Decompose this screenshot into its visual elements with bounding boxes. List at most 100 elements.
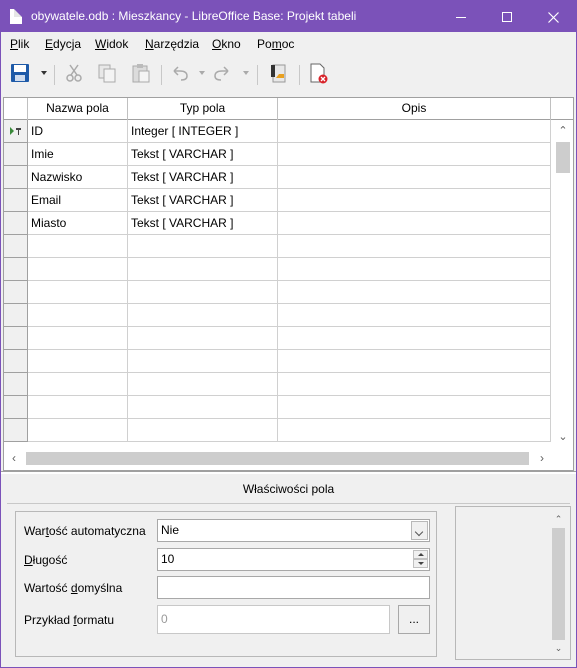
field-name-cell[interactable]: Email xyxy=(28,189,128,212)
grid-vertical-scrollbar[interactable]: ⌃ ⌄ xyxy=(551,120,573,447)
field-type-cell[interactable]: Tekst [ VARCHAR ] xyxy=(128,212,278,235)
description-cell[interactable] xyxy=(278,327,551,350)
field-name-cell[interactable] xyxy=(28,419,128,442)
scroll-down-icon[interactable]: ⌄ xyxy=(556,430,570,444)
field-name-cell[interactable]: Miasto xyxy=(28,212,128,235)
field-type-cell[interactable]: Tekst [ VARCHAR ] xyxy=(128,166,278,189)
scroll-down-icon[interactable]: ⌄ xyxy=(552,642,565,654)
table-row[interactable]: ID Integer [ INTEGER ] xyxy=(4,120,551,143)
vertical-scroll-thumb[interactable] xyxy=(556,142,570,173)
menu-plik[interactable]: Plik xyxy=(10,37,29,51)
undo-dropdown-arrow[interactable] xyxy=(199,71,205,75)
chevron-down-icon[interactable] xyxy=(411,521,428,540)
minimize-button[interactable] xyxy=(438,1,484,32)
field-type-cell[interactable] xyxy=(128,304,278,327)
description-cell[interactable] xyxy=(278,419,551,442)
description-cell[interactable] xyxy=(278,189,551,212)
field-name-cell[interactable] xyxy=(28,235,128,258)
field-name-cell[interactable] xyxy=(28,350,128,373)
horizontal-scroll-thumb[interactable] xyxy=(26,452,529,465)
spin-down-icon[interactable] xyxy=(413,559,428,568)
column-header-description[interactable]: Opis xyxy=(278,98,551,120)
menu-narzedzia[interactable]: Narzędzia xyxy=(145,37,199,51)
description-cell[interactable] xyxy=(278,350,551,373)
auto-value-select[interactable]: Nie xyxy=(157,519,430,542)
close-button[interactable] xyxy=(530,1,576,32)
description-cell[interactable] xyxy=(278,235,551,258)
row-header[interactable] xyxy=(4,350,28,373)
field-name-cell[interactable]: ID xyxy=(28,120,128,143)
description-cell[interactable] xyxy=(278,120,551,143)
row-header[interactable] xyxy=(4,166,28,189)
table-row[interactable]: Imie Tekst [ VARCHAR ] xyxy=(4,143,551,166)
field-type-cell[interactable] xyxy=(128,258,278,281)
copy-button[interactable] xyxy=(96,62,120,86)
row-header[interactable] xyxy=(4,281,28,304)
description-cell[interactable] xyxy=(278,212,551,235)
row-header[interactable] xyxy=(4,120,28,143)
help-scroll-thumb[interactable] xyxy=(552,528,565,640)
description-cell[interactable] xyxy=(278,281,551,304)
length-spinner[interactable]: 10 xyxy=(157,548,430,571)
row-header[interactable] xyxy=(4,258,28,281)
field-name-cell[interactable] xyxy=(28,304,128,327)
description-cell[interactable] xyxy=(278,166,551,189)
menu-okno[interactable]: Okno xyxy=(212,37,241,51)
redo-button[interactable] xyxy=(211,62,235,86)
primary-key-button[interactable] xyxy=(267,62,291,86)
scroll-right-icon[interactable]: › xyxy=(535,451,549,465)
table-row[interactable] xyxy=(4,396,551,419)
row-header[interactable] xyxy=(4,212,28,235)
description-cell[interactable] xyxy=(278,373,551,396)
save-button[interactable] xyxy=(9,62,33,86)
field-type-cell[interactable] xyxy=(128,327,278,350)
menu-edycja[interactable]: Edycja xyxy=(45,37,81,51)
field-type-cell[interactable]: Tekst [ VARCHAR ] xyxy=(128,189,278,212)
table-row[interactable] xyxy=(4,235,551,258)
redo-dropdown-arrow[interactable] xyxy=(243,71,249,75)
field-type-cell[interactable] xyxy=(128,396,278,419)
paste-button[interactable] xyxy=(130,62,154,86)
field-name-cell[interactable] xyxy=(28,327,128,350)
index-design-button[interactable] xyxy=(307,62,331,86)
row-header[interactable] xyxy=(4,396,28,419)
scroll-up-icon[interactable]: ⌃ xyxy=(556,124,570,138)
table-row[interactable] xyxy=(4,327,551,350)
field-name-cell[interactable]: Imie xyxy=(28,143,128,166)
field-name-cell[interactable]: Nazwisko xyxy=(28,166,128,189)
table-row[interactable] xyxy=(4,258,551,281)
column-header-field-name[interactable]: Nazwa pola xyxy=(28,98,128,120)
spin-up-icon[interactable] xyxy=(413,550,428,559)
grid-horizontal-scrollbar[interactable]: ‹ › xyxy=(4,447,573,469)
field-type-cell[interactable] xyxy=(128,281,278,304)
description-cell[interactable] xyxy=(278,396,551,419)
save-dropdown-arrow[interactable] xyxy=(41,71,47,75)
scroll-left-icon[interactable]: ‹ xyxy=(7,451,21,465)
row-header[interactable] xyxy=(4,143,28,166)
description-cell[interactable] xyxy=(278,143,551,166)
table-row[interactable] xyxy=(4,281,551,304)
maximize-button[interactable] xyxy=(484,1,530,32)
table-row[interactable]: Nazwisko Tekst [ VARCHAR ] xyxy=(4,166,551,189)
field-name-cell[interactable] xyxy=(28,258,128,281)
format-button[interactable]: ... xyxy=(398,605,430,634)
field-type-cell[interactable] xyxy=(128,419,278,442)
field-type-cell[interactable] xyxy=(128,373,278,396)
field-type-cell[interactable]: Integer [ INTEGER ] xyxy=(128,120,278,143)
table-row[interactable] xyxy=(4,304,551,327)
field-type-cell[interactable] xyxy=(128,350,278,373)
help-vertical-scrollbar[interactable]: ⌃ ⌄ xyxy=(550,510,568,656)
row-header[interactable] xyxy=(4,327,28,350)
undo-button[interactable] xyxy=(169,62,193,86)
table-row[interactable]: Email Tekst [ VARCHAR ] xyxy=(4,189,551,212)
menu-pomoc[interactable]: Pomoc xyxy=(257,37,294,51)
pane-splitter[interactable] xyxy=(1,471,576,474)
cut-button[interactable] xyxy=(63,62,87,86)
row-header[interactable] xyxy=(4,373,28,396)
table-row[interactable]: Miasto Tekst [ VARCHAR ] xyxy=(4,212,551,235)
field-name-cell[interactable] xyxy=(28,373,128,396)
scroll-up-icon[interactable]: ⌃ xyxy=(552,513,565,525)
table-row[interactable] xyxy=(4,350,551,373)
field-name-cell[interactable] xyxy=(28,281,128,304)
row-header[interactable] xyxy=(4,419,28,442)
